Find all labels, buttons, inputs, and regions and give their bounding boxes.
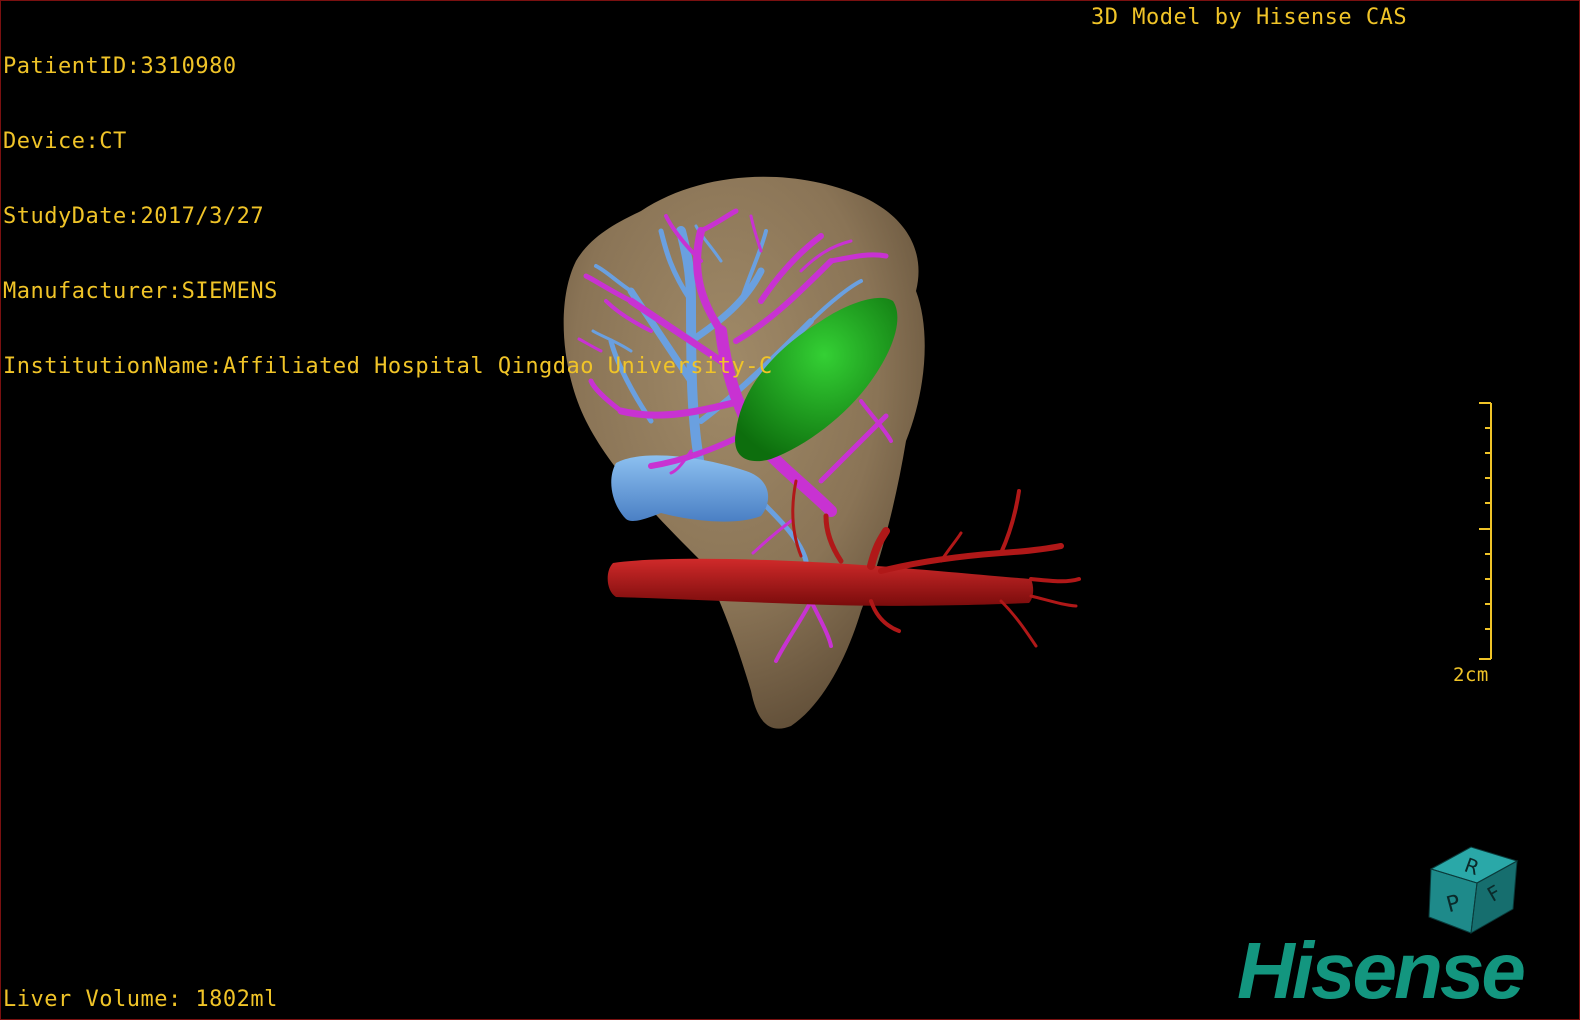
device-type: Device:CT xyxy=(3,129,127,154)
study-date: StudyDate:2017/3/27 xyxy=(3,204,265,229)
model-title: 3D Model by Hisense CAS xyxy=(1091,5,1408,30)
dicom-info-panel: PatientID:3310980 Device:CT StudyDate:20… xyxy=(3,4,773,429)
liver-volume-readout: Liver Volume: 1802ml xyxy=(3,987,278,1012)
institution-name: InstitutionName:Affiliated Hospital Qing… xyxy=(3,354,773,379)
scale-bar xyxy=(1479,402,1492,660)
3d-viewport[interactable]: PatientID:3310980 Device:CT StudyDate:20… xyxy=(0,0,1580,1020)
hisense-logo: Hisense xyxy=(1237,926,1526,1015)
orientation-cube[interactable]: R P F xyxy=(1421,839,1521,939)
scale-bar-label: 2cm xyxy=(1453,664,1489,686)
manufacturer: Manufacturer:SIEMENS xyxy=(3,279,278,304)
patient-id: PatientID:3310980 xyxy=(3,54,237,79)
